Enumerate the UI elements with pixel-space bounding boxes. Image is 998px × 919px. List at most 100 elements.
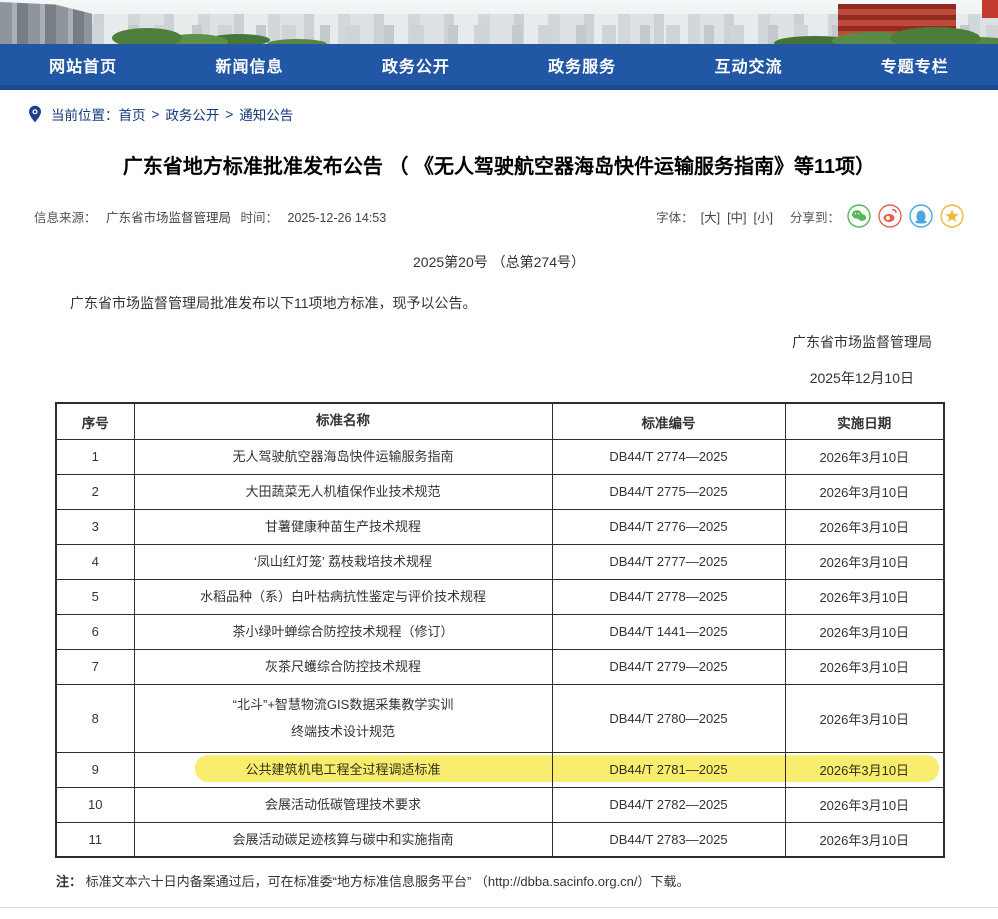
table-header-row: 序号 标准名称 标准编号 实施日期	[56, 403, 944, 439]
cell-date: 2026年3月10日	[785, 614, 944, 649]
cell-date: 2026年3月10日	[785, 509, 944, 544]
nav-item-home[interactable]: 网站首页	[0, 44, 166, 85]
signature-date: 2025年12月10日	[0, 368, 914, 388]
cell-name: “北斗”+智慧物流GIS数据采集教学实训 终端技术设计规范	[134, 684, 552, 752]
cell-code: DB44/T 2781—2025	[552, 752, 785, 787]
cell-date: 2026年3月10日	[785, 439, 944, 474]
cell-date: 2026年3月10日	[785, 752, 944, 787]
nav-item-news[interactable]: 新闻信息	[166, 44, 332, 85]
cell-code: DB44/T 2779—2025	[552, 649, 785, 684]
breadcrumb-label: 当前位置：	[51, 104, 119, 124]
breadcrumb-gov-disclosure[interactable]: 政务公开	[165, 104, 219, 124]
table-row: 4‘凤山红灯笼’ 荔枝栽培技术规程DB44/T 2777—20252026年3月…	[56, 544, 944, 579]
nav-item-gov-disclosure[interactable]: 政务公开	[333, 44, 499, 85]
nav-item-gov-services[interactable]: 政务服务	[499, 44, 665, 85]
stone-sculpture	[0, 2, 92, 44]
footnote: 注： 标准文本六十日内备案通过后，可在标准委“地方标准信息服务平台” （http…	[56, 872, 956, 893]
footnote-text: 标准文本六十日内备案通过后，可在标准委“地方标准信息服务平台” （http://…	[86, 874, 690, 889]
doc-number: 2025第20号 （总第274号）	[0, 252, 998, 272]
cell-date: 2026年3月10日	[785, 544, 944, 579]
cell-no: 7	[56, 649, 134, 684]
time-value: 2025-12-26 14:53	[288, 211, 387, 225]
cell-name: 茶小绿叶蝉综合防控技术规程（修订）	[134, 614, 552, 649]
table-row: 1无人驾驶航空器海岛快件运输服务指南DB44/T 2774—20252026年3…	[56, 439, 944, 474]
cell-code: DB44/T 2782—2025	[552, 787, 785, 822]
col-header-name: 标准名称	[134, 403, 552, 439]
qq-share-icon[interactable]	[909, 204, 933, 228]
cell-no: 10	[56, 787, 134, 822]
trees-right	[890, 27, 980, 44]
meta-source-time: 信息来源： 广东省市场监督管理局 时间： 2025-12-26 14:53	[34, 207, 392, 226]
cell-code: DB44/T 1441—2025	[552, 614, 785, 649]
source-label: 信息来源：	[34, 211, 97, 225]
article-meta: 信息来源： 广东省市场监督管理局 时间： 2025-12-26 14:53 字体…	[34, 204, 964, 228]
share-label: 分享到：	[790, 207, 840, 226]
wechat-share-icon[interactable]	[847, 204, 871, 228]
cell-date: 2026年3月10日	[785, 787, 944, 822]
main-nav: 网站首页 新闻信息 政务公开 政务服务 互动交流 专题专栏	[0, 44, 998, 90]
col-header-date: 实施日期	[785, 403, 944, 439]
star-share-icon[interactable]	[940, 204, 964, 228]
breadcrumb-home[interactable]: 首页	[119, 104, 146, 124]
red-roof-corner	[982, 0, 998, 18]
cell-date: 2026年3月10日	[785, 649, 944, 684]
font-size-medium-button[interactable]: [中]	[727, 207, 746, 226]
breadcrumb-separator: >	[225, 107, 233, 122]
cell-name: 大田蔬菜无人机植保作业技术规范	[134, 474, 552, 509]
nav-item-special-topics[interactable]: 专题专栏	[832, 44, 998, 85]
col-header-code: 标准编号	[552, 403, 785, 439]
cell-name: 会展活动低碳管理技术要求	[134, 787, 552, 822]
col-header-no: 序号	[56, 403, 134, 439]
announcement-body: 广东省市场监督管理局批准发布以下11项地方标准，现予以公告。	[42, 292, 956, 314]
table-row: 2大田蔬菜无人机植保作业技术规范DB44/T 2775—20252026年3月1…	[56, 474, 944, 509]
cell-name: 公共建筑机电工程全过程调适标准	[134, 752, 552, 787]
table-body: 1无人驾驶航空器海岛快件运输服务指南DB44/T 2774—20252026年3…	[56, 439, 944, 857]
cell-code: DB44/T 2774—2025	[552, 439, 785, 474]
time-label: 时间：	[241, 211, 279, 225]
table-row: 6茶小绿叶蝉综合防控技术规程（修订）DB44/T 1441—20252026年3…	[56, 614, 944, 649]
cell-name: 灰茶尺蠖综合防控技术规程	[134, 649, 552, 684]
source-value: 广东省市场监督管理局	[106, 211, 231, 225]
page-title: 广东省地方标准批准发布公告 （ 《无人驾驶航空器海岛快件运输服务指南》等11项）	[40, 152, 958, 182]
signature-org: 广东省市场监督管理局	[0, 332, 932, 352]
trees-left	[112, 28, 182, 44]
weibo-share-icon[interactable]	[878, 204, 902, 228]
cell-date: 2026年3月10日	[785, 474, 944, 509]
breadcrumb-separator: >	[152, 107, 160, 122]
table-row: 11会展活动碳足迹核算与碳中和实施指南DB44/T 2783—20252026年…	[56, 822, 944, 857]
cell-name: 水稻品种（系）白叶枯病抗性鉴定与评价技术规程	[134, 579, 552, 614]
font-size-large-button[interactable]: [大]	[701, 207, 720, 226]
cell-code: DB44/T 2780—2025	[552, 684, 785, 752]
cell-date: 2026年3月10日	[785, 579, 944, 614]
location-pin-icon	[26, 105, 44, 123]
cell-no: 2	[56, 474, 134, 509]
cell-no: 5	[56, 579, 134, 614]
cell-date: 2026年3月10日	[785, 822, 944, 857]
standards-table: 序号 标准名称 标准编号 实施日期 1无人驾驶航空器海岛快件运输服务指南DB44…	[55, 402, 945, 858]
cell-no: 11	[56, 822, 134, 857]
cell-name: 无人驾驶航空器海岛快件运输服务指南	[134, 439, 552, 474]
cell-name: 甘薯健康种苗生产技术规程	[134, 509, 552, 544]
footnote-label: 注：	[56, 874, 82, 889]
cell-date: 2026年3月10日	[785, 684, 944, 752]
cell-code: DB44/T 2776—2025	[552, 509, 785, 544]
table-row: 8“北斗”+智慧物流GIS数据采集教学实训 终端技术设计规范DB44/T 278…	[56, 684, 944, 752]
table-row-highlighted: 9公共建筑机电工程全过程调适标准DB44/T 2781—20252026年3月1…	[56, 752, 944, 787]
table-row: 3甘薯健康种苗生产技术规程DB44/T 2776—20252026年3月10日	[56, 509, 944, 544]
bottom-divider	[0, 907, 998, 919]
cell-no: 8	[56, 684, 134, 752]
table-row: 5水稻品种（系）白叶枯病抗性鉴定与评价技术规程DB44/T 2778—20252…	[56, 579, 944, 614]
cell-no: 1	[56, 439, 134, 474]
table-row: 7灰茶尺蠖综合防控技术规程DB44/T 2779—20252026年3月10日	[56, 649, 944, 684]
font-size-small-button[interactable]: [小]	[754, 207, 773, 226]
meta-font-share: 字体： [大] [中] [小] 分享到：	[656, 204, 964, 228]
table-row: 10会展活动低碳管理技术要求DB44/T 2782—20252026年3月10日	[56, 787, 944, 822]
cell-name: 会展活动碳足迹核算与碳中和实施指南	[134, 822, 552, 857]
cell-no: 9	[56, 752, 134, 787]
cell-code: DB44/T 2777—2025	[552, 544, 785, 579]
breadcrumb-notices[interactable]: 通知公告	[239, 104, 293, 124]
font-size-label: 字体：	[656, 207, 694, 226]
cell-name: ‘凤山红灯笼’ 荔枝栽培技术规程	[134, 544, 552, 579]
nav-item-interaction[interactable]: 互动交流	[665, 44, 831, 85]
cell-code: DB44/T 2775—2025	[552, 474, 785, 509]
